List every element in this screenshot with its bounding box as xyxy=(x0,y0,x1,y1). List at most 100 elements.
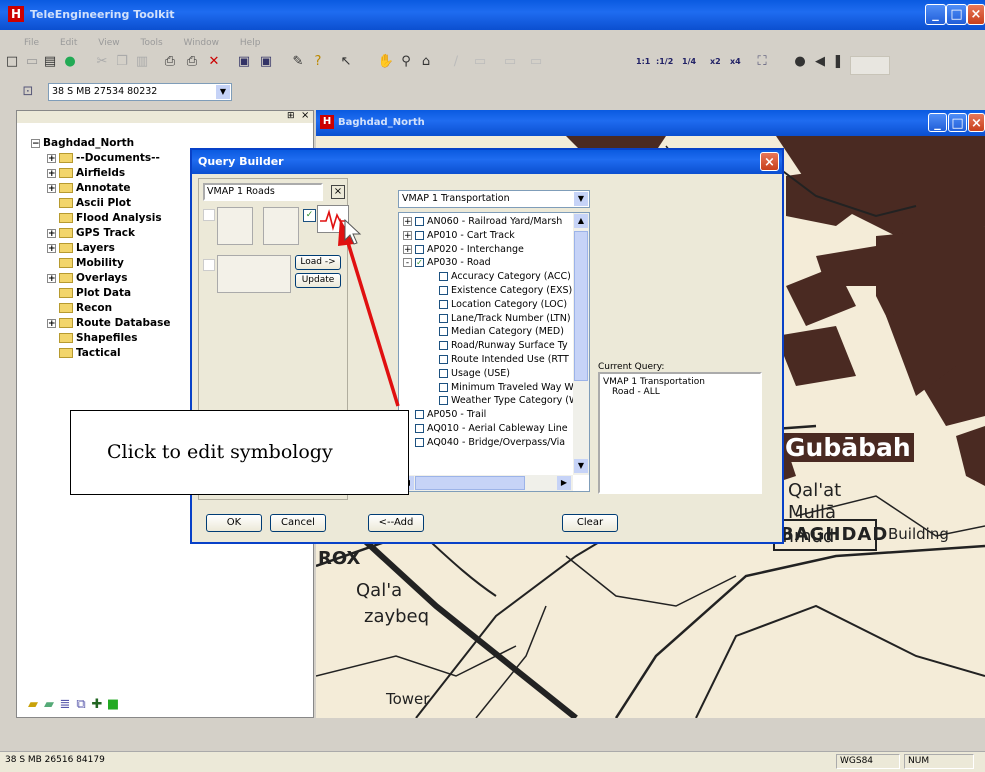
hscroll-thumb[interactable] xyxy=(415,476,525,490)
symbol-preview-box-2[interactable] xyxy=(263,207,299,245)
map-maximize-button[interactable]: □ xyxy=(948,113,967,132)
add-button[interactable]: <--Add xyxy=(368,514,424,532)
disabled-tool3-icon[interactable]: ▭ xyxy=(526,52,546,72)
tree-item[interactable]: Tactical xyxy=(47,346,170,361)
pointer-icon[interactable]: ↖ xyxy=(336,52,356,72)
disabled-tool-icon[interactable]: ▭ xyxy=(470,52,490,72)
option-checkbox-1[interactable] xyxy=(203,209,215,221)
tree-root[interactable]: − Baghdad_North xyxy=(31,136,170,151)
symbol-enabled-checkbox[interactable]: ✓ xyxy=(303,209,316,222)
green-tab-icon[interactable]: ■ xyxy=(105,695,121,715)
tree-item[interactable]: Ascii Plot xyxy=(47,196,170,211)
menu-file[interactable]: File xyxy=(24,38,39,48)
full-extent-icon[interactable]: ⌂ xyxy=(416,52,436,72)
layer-item[interactable]: Weather Type Category (W xyxy=(401,394,573,408)
layer-checkbox[interactable] xyxy=(439,341,448,351)
symbol-preview-box-3[interactable] xyxy=(217,255,291,293)
layer-checkbox[interactable] xyxy=(439,368,448,378)
expand-icon[interactable]: + xyxy=(47,273,56,283)
coordinate-dropdown[interactable]: 38 S MB 27534 80232 ▼ xyxy=(48,83,232,101)
option-checkbox-2[interactable] xyxy=(203,259,215,271)
chevron-down-icon[interactable]: ▼ xyxy=(216,85,230,99)
layer-checkbox[interactable] xyxy=(439,396,448,406)
tree-item[interactable]: + Annotate xyxy=(47,181,170,196)
layer-checkbox[interactable] xyxy=(439,272,448,282)
menu-window[interactable]: Window xyxy=(184,38,220,48)
layer-item[interactable]: - ✓ AP030 - Road xyxy=(401,256,573,270)
layer-list-hscrollbar[interactable]: ◀ ▶ xyxy=(399,475,573,491)
save-icon[interactable]: ▤ xyxy=(40,52,60,72)
menu-edit[interactable]: Edit xyxy=(60,38,77,48)
expand-icon[interactable]: + xyxy=(47,243,56,253)
layer-list-vscrollbar[interactable]: ▲ ▼ xyxy=(573,213,589,475)
layer-checkbox[interactable] xyxy=(415,423,424,433)
marker-icon[interactable]: ❚ xyxy=(828,52,848,72)
layer-item[interactable]: Median Category (MED) xyxy=(401,325,573,339)
new-icon[interactable]: □ xyxy=(2,52,22,72)
tree-item[interactable]: + Overlays xyxy=(47,271,170,286)
layer-item[interactable]: Usage (USE) xyxy=(401,367,573,381)
layer-item[interactable]: + AP020 - Interchange xyxy=(401,243,573,257)
zoom-1-1-button[interactable]: 1:1 xyxy=(636,57,650,66)
zoom-x4-button[interactable]: x4 xyxy=(730,57,741,66)
update-button[interactable]: Update xyxy=(295,273,341,288)
layer-item[interactable]: Existence Category (EXS) xyxy=(401,284,573,298)
layer-checkbox[interactable] xyxy=(439,285,448,295)
tree-item[interactable]: Recon xyxy=(47,301,170,316)
current-query-box[interactable]: VMAP 1 Transportation Road - ALL xyxy=(598,372,762,494)
menu-tools[interactable]: Tools xyxy=(140,38,162,48)
open-icon[interactable]: ▭ xyxy=(22,52,42,72)
layers-tab-icon[interactable]: ⧉ xyxy=(73,695,89,715)
layer-checkbox[interactable] xyxy=(439,354,448,364)
layer-item[interactable]: Location Category (LOC) xyxy=(401,298,573,312)
zoom-x2-button[interactable]: x2 xyxy=(710,57,721,66)
expand-icon[interactable]: + xyxy=(47,153,56,163)
paste-icon[interactable]: ▥ xyxy=(132,52,152,72)
panel-pin-icon[interactable]: ⊞ xyxy=(287,111,295,121)
delete-icon[interactable]: ✕ xyxy=(204,52,224,72)
layer-item[interactable]: Road/Runway Surface Ty xyxy=(401,339,573,353)
line-symbology-button[interactable] xyxy=(317,205,349,233)
expand-icon[interactable]: + xyxy=(403,217,412,227)
map-minimize-button[interactable]: _ xyxy=(928,113,947,132)
expand-icon[interactable]: + xyxy=(47,168,56,178)
ok-button[interactable]: OK xyxy=(206,514,262,532)
minimize-button[interactable]: _ xyxy=(925,4,946,25)
pan-icon[interactable]: ✋ xyxy=(376,52,396,72)
layer-checkbox[interactable] xyxy=(415,437,424,447)
layer-checkbox[interactable] xyxy=(415,244,424,254)
clear-button[interactable]: Clear xyxy=(562,514,618,532)
layer-checkbox[interactable] xyxy=(439,327,448,337)
dataset-dropdown[interactable]: VMAP 1 Transportation ▼ xyxy=(398,190,590,208)
scroll-thumb[interactable] xyxy=(574,231,588,381)
layer-checkbox[interactable] xyxy=(439,299,448,309)
layer-checkbox[interactable] xyxy=(439,313,448,323)
tree-item[interactable]: Shapefiles xyxy=(47,331,170,346)
load-button[interactable]: Load -> xyxy=(295,255,341,270)
layer-item[interactable]: AP050 - Trail xyxy=(401,408,573,422)
layer-icon[interactable]: ▣ xyxy=(234,52,254,72)
tree-item[interactable]: + Layers xyxy=(47,241,170,256)
copy-icon[interactable]: ❐ xyxy=(112,52,132,72)
expand-icon[interactable]: - xyxy=(403,258,412,268)
layer-checkbox[interactable] xyxy=(415,230,424,240)
folder-tab-icon[interactable]: ▰ xyxy=(25,695,41,715)
clear-name-icon[interactable]: × xyxy=(331,185,345,199)
layer-checkbox[interactable] xyxy=(415,217,424,226)
back-icon[interactable]: ◀ xyxy=(810,52,830,72)
scroll-up-icon[interactable]: ▲ xyxy=(574,214,588,228)
menu-help[interactable]: Help xyxy=(240,38,261,48)
dot-icon[interactable]: ● xyxy=(790,52,810,72)
zoom-icon[interactable]: ⚲ xyxy=(396,52,416,72)
panel-close-icon[interactable]: × xyxy=(301,110,309,121)
map-close-button[interactable]: × xyxy=(968,113,985,132)
cancel-button[interactable]: Cancel xyxy=(270,514,326,532)
layer-item[interactable]: AQ040 - Bridge/Overpass/Via xyxy=(401,436,573,450)
menu-view[interactable]: View xyxy=(98,38,119,48)
tree-item[interactable]: + GPS Track xyxy=(47,226,170,241)
dialog-close-button[interactable]: × xyxy=(760,152,779,171)
fit-icon[interactable]: ⛶ xyxy=(752,52,772,72)
layer-checkbox[interactable] xyxy=(439,382,448,392)
plus-tab-icon[interactable]: ✚ xyxy=(89,695,105,715)
tree-item[interactable]: Flood Analysis xyxy=(47,211,170,226)
